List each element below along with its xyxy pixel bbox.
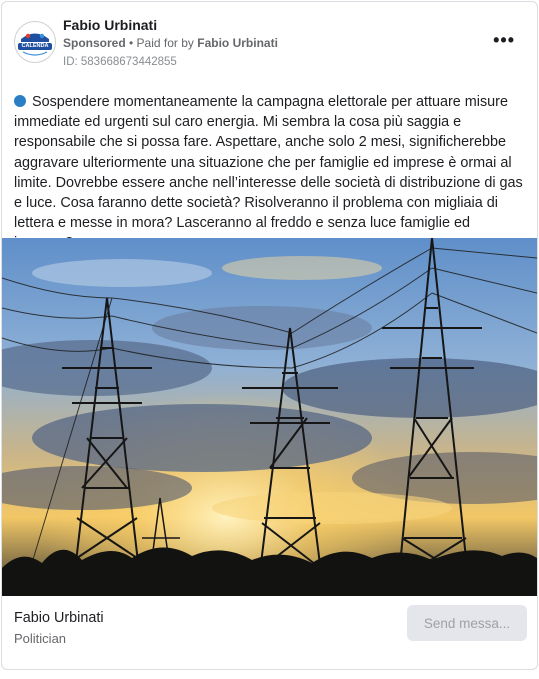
meta-separator: • bbox=[125, 36, 137, 50]
send-message-button[interactable]: Send messa... bbox=[407, 605, 527, 641]
page-name[interactable]: Fabio Urbinati bbox=[63, 17, 157, 33]
paid-for-label: Paid for by bbox=[136, 36, 198, 50]
blue-circle-icon bbox=[14, 95, 26, 107]
ad-id: ID: 583668673442855 bbox=[63, 56, 177, 68]
ad-footer: Fabio Urbinati Politician Send messa... bbox=[2, 596, 537, 668]
footer-page-name[interactable]: Fabio Urbinati bbox=[14, 610, 104, 626]
calenda-logo-icon bbox=[16, 23, 54, 61]
ad-card: CALENDA Fabio Urbinati Sponsored • Paid … bbox=[1, 1, 538, 670]
avatar[interactable]: CALENDA bbox=[14, 21, 56, 63]
payer-name: Fabio Urbinati bbox=[197, 36, 278, 50]
footer-page-category: Politician bbox=[14, 631, 67, 646]
post-text: Sospendere momentaneamente la campagna e… bbox=[14, 92, 528, 254]
ad-header: CALENDA Fabio Urbinati Sponsored • Paid … bbox=[14, 16, 525, 74]
post-image[interactable] bbox=[2, 238, 537, 596]
sponsored-label: Sponsored bbox=[63, 36, 126, 50]
power-lines-image bbox=[2, 238, 537, 596]
post-body: Sospendere momentaneamente la campagna e… bbox=[14, 94, 523, 251]
avatar-logo-text: CALENDA bbox=[21, 43, 49, 49]
more-options-icon[interactable]: ••• bbox=[493, 30, 515, 51]
ad-meta: Sponsored • Paid for by Fabio Urbinati bbox=[63, 36, 278, 50]
